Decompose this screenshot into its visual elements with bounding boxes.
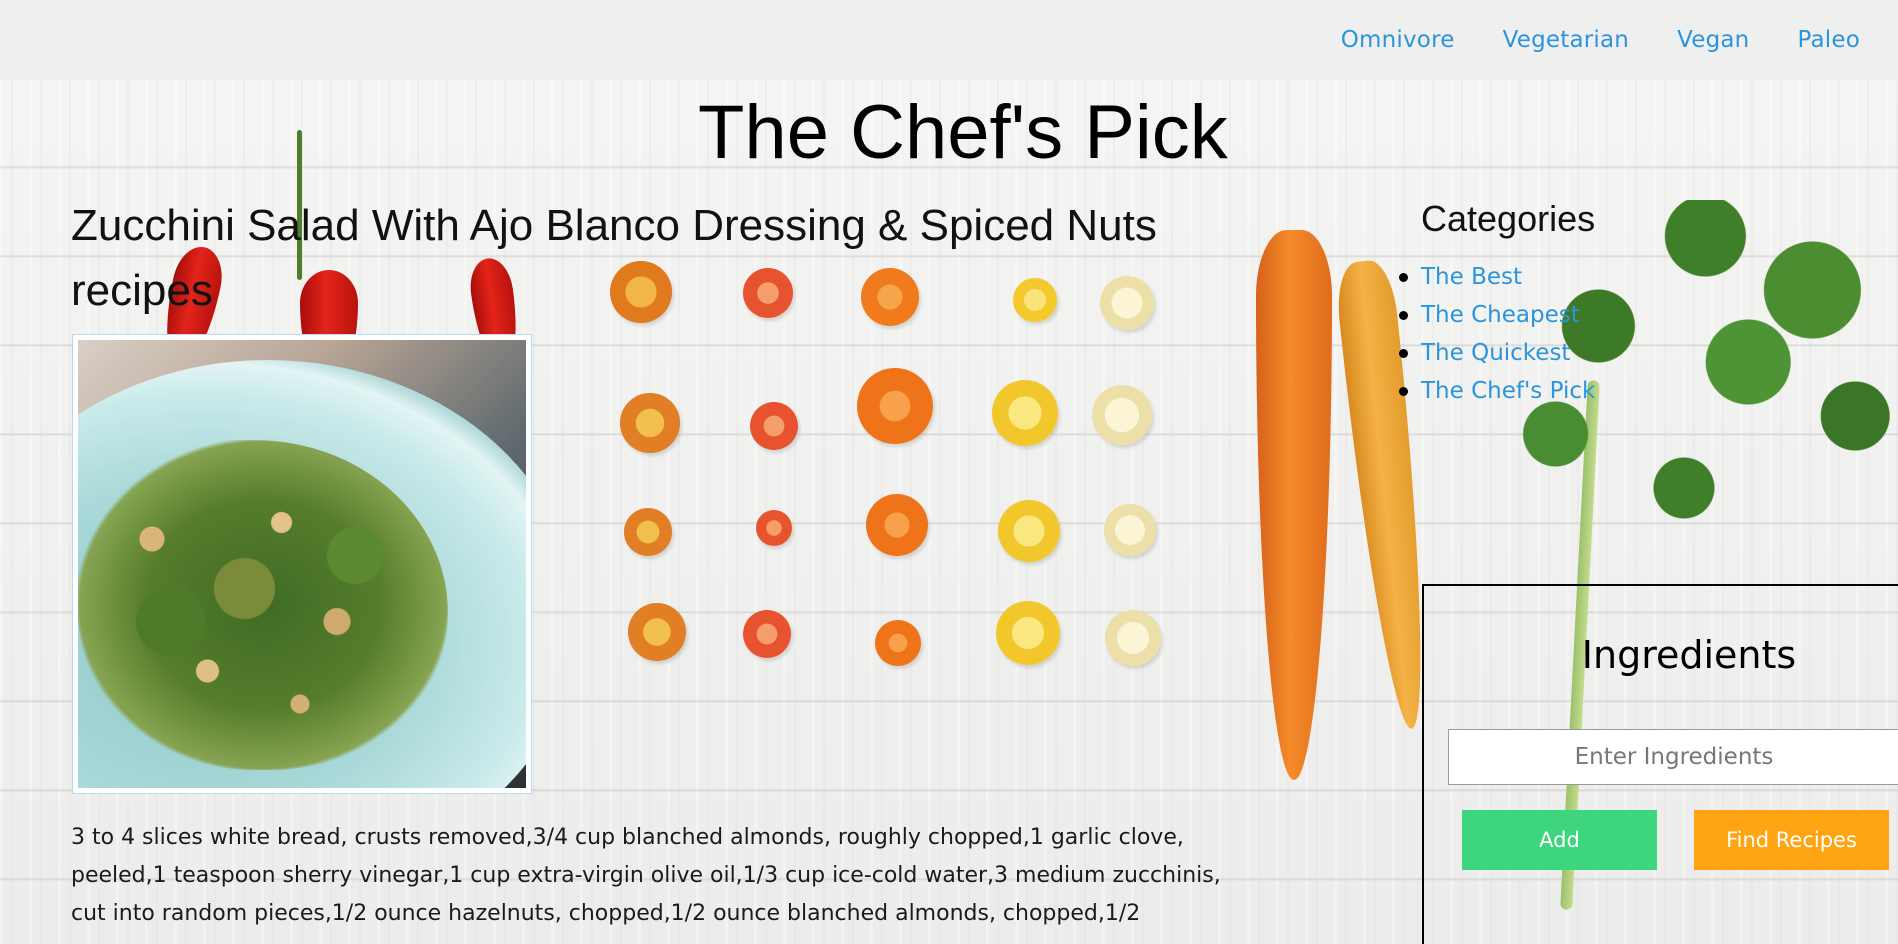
category-the-quickest[interactable]: The Quickest <box>1421 340 1570 366</box>
carrot-slice <box>1105 610 1161 666</box>
find-recipes-button[interactable]: Find Recipes <box>1694 810 1889 870</box>
recipe-title: Zucchini Salad With Ajo Blanco Dressing … <box>71 201 1157 315</box>
carrot-slice <box>875 620 921 666</box>
carrot-slice <box>992 380 1058 446</box>
category-item: The Best <box>1398 258 1595 296</box>
ingredients-title: Ingredients <box>1581 633 1797 677</box>
ingredients-panel: Ingredients Add Find Recipes <box>1422 584 1898 944</box>
category-item: The Cheapest <box>1398 296 1595 334</box>
carrot-slice <box>996 601 1060 665</box>
carrot-slice <box>866 494 928 556</box>
categories-title: Categories <box>1421 198 1596 239</box>
carrot-slice <box>750 402 798 450</box>
nav-vegetarian[interactable]: Vegetarian <box>1503 24 1629 56</box>
category-item: The Chef's Pick <box>1398 372 1595 410</box>
category-the-best[interactable]: The Best <box>1421 264 1522 290</box>
nav-vegan[interactable]: Vegan <box>1677 24 1749 56</box>
category-the-chefs-pick[interactable]: The Chef's Pick <box>1421 378 1595 404</box>
add-button[interactable]: Add <box>1462 810 1657 870</box>
carrot-slice <box>620 393 680 453</box>
carrot-slice <box>857 368 933 444</box>
recipe-photo <box>78 340 526 788</box>
main-nav: Omnivore Vegetarian Vegan Paleo <box>1341 24 1898 56</box>
recipe-image[interactable] <box>72 334 532 794</box>
carrot-slice <box>743 610 791 658</box>
carrot-slice <box>756 510 792 546</box>
carrot-slice <box>998 500 1060 562</box>
nav-omnivore[interactable]: Omnivore <box>1341 24 1455 56</box>
carrot-slice <box>1092 385 1152 445</box>
carrot-slice <box>624 508 672 556</box>
categories-list: The Best The Cheapest The Quickest The C… <box>1398 258 1595 410</box>
site-title: The Chef's Pick <box>698 90 1228 175</box>
whole-carrot <box>1256 230 1332 780</box>
nav-paleo[interactable]: Paleo <box>1797 24 1860 56</box>
recipe-ingredients: 3 to 4 slices white bread, crusts remove… <box>71 825 1221 926</box>
category-item: The Quickest <box>1398 334 1595 372</box>
ingredients-input[interactable] <box>1448 729 1898 785</box>
carrot-slice <box>1104 504 1156 556</box>
carrot-slice <box>628 603 686 661</box>
category-the-cheapest[interactable]: The Cheapest <box>1421 302 1580 328</box>
